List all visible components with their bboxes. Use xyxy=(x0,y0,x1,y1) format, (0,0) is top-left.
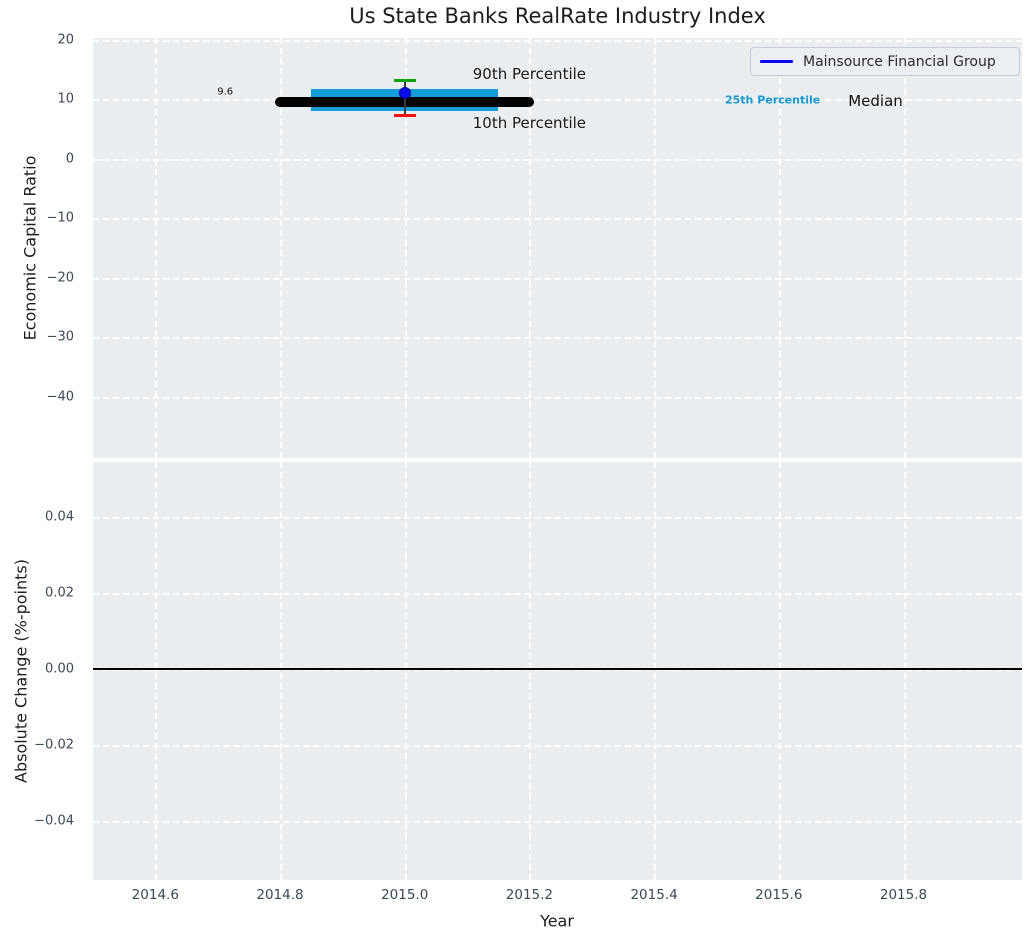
y-tick-label: −10 xyxy=(46,210,74,226)
zero-change-line xyxy=(93,668,1022,671)
p90-whisker-cap xyxy=(393,79,416,83)
top-axes-panel: 90th Percentile 10th Percentile 25th Perce… xyxy=(93,38,1022,458)
x-tick-label: 2014.6 xyxy=(131,887,179,903)
x-tick-label: 2015.8 xyxy=(879,887,928,903)
y-tick-label: 20 xyxy=(57,32,74,48)
y-gridline xyxy=(93,396,1022,399)
x-tick-label: 2015.6 xyxy=(755,887,803,903)
y-gridline xyxy=(93,337,1022,340)
x-tick-label: 2015.2 xyxy=(505,887,554,903)
y-gridline xyxy=(93,158,1022,161)
y-gridline xyxy=(93,277,1022,280)
y-gridline xyxy=(93,517,1022,520)
y-tick-label: 0 xyxy=(65,151,74,167)
company-data-point xyxy=(398,86,411,99)
y-tick-label: −0.04 xyxy=(34,813,74,829)
figure: Us State Banks RealRate Industry Index E… xyxy=(0,0,1034,942)
y-tick-label: 0.00 xyxy=(45,661,74,677)
p10-whisker-cap xyxy=(393,114,416,118)
annotation-90th-percentile: 90th Percentile xyxy=(472,64,587,83)
top-y-axis-label: Economic Capital Ratio xyxy=(20,155,40,341)
chart-title: Us State Banks RealRate Industry Index xyxy=(349,4,766,28)
y-gridline xyxy=(93,39,1022,42)
x-tick-label: 2015.0 xyxy=(381,887,429,903)
x-tick-label: 2014.8 xyxy=(256,887,304,903)
annotation-25th-percentile: 25th Percentile xyxy=(724,93,821,107)
annotation-10th-percentile: 10th Percentile xyxy=(472,113,587,132)
y-tick-label: 0.02 xyxy=(45,585,74,601)
bottom-y-axis-label: Absolute Change (%-points) xyxy=(11,559,31,783)
x-axis-label: Year xyxy=(540,911,574,931)
y-tick-label: −30 xyxy=(46,329,74,345)
y-tick-label: 10 xyxy=(57,91,74,107)
y-gridline xyxy=(93,821,1022,824)
x-tick-label: 2015.4 xyxy=(630,887,678,903)
y-tick-label: −20 xyxy=(46,270,74,286)
annotation-median: Median xyxy=(848,92,903,111)
legend-line-icon xyxy=(760,60,793,63)
annotation-9-6: 9.6 xyxy=(217,86,234,98)
y-gridline xyxy=(93,218,1022,221)
legend-label: Mainsource Financial Group xyxy=(803,53,996,70)
bottom-axes-panel xyxy=(93,462,1022,880)
y-gridline xyxy=(93,745,1022,748)
legend-box: Mainsource Financial Group xyxy=(750,47,1020,76)
y-tick-label: 0.04 xyxy=(45,509,74,525)
y-tick-label: −0.02 xyxy=(34,737,74,753)
y-gridline xyxy=(93,593,1022,596)
y-tick-label: −40 xyxy=(46,389,74,405)
